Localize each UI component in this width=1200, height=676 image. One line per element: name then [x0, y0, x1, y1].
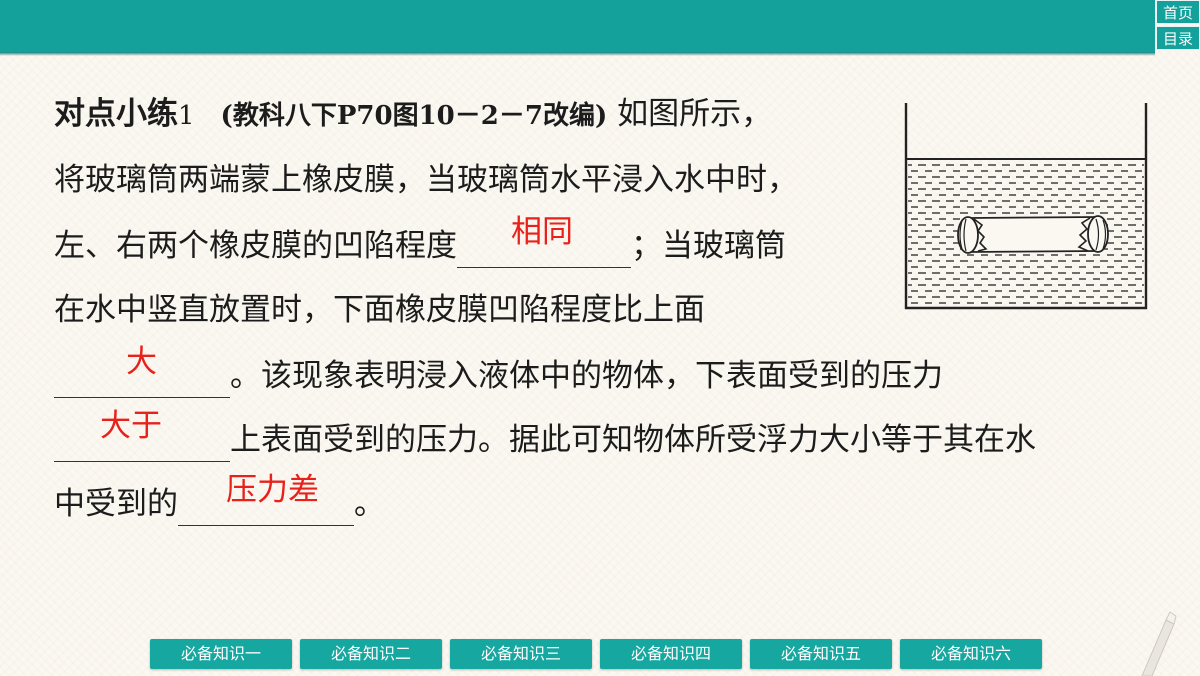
line-3-text-before: 左、右两个橡皮膜的凹陷程度 — [54, 228, 457, 264]
table-of-contents-button[interactable]: 目录 — [1156, 26, 1200, 50]
line-7-text-before: 中受到的 — [54, 486, 178, 522]
exercise-title: 对点小练 — [54, 96, 178, 132]
tab-knowledge-6[interactable]: 必备知识六 — [900, 639, 1042, 669]
blank-2[interactable]: 大 — [54, 344, 230, 398]
line-5-text: 。该现象表明浸入液体中的物体，下表面受到的压力 — [230, 358, 943, 394]
line-3-text-after: ；当玻璃筒 — [631, 228, 786, 264]
answer-1: 相同 — [511, 214, 573, 250]
exercise-line-2: 将玻璃筒两端蒙上橡皮膜，当玻璃筒水平浸入水中时， — [54, 158, 798, 202]
exercise-line-3: 左、右两个橡皮膜的凹陷程度 相同 ；当玻璃筒 — [54, 214, 786, 268]
exercise-line-5: 大 。该现象表明浸入液体中的物体，下表面受到的压力 — [54, 344, 943, 398]
exercise-line-7: 中受到的 压力差。 — [54, 472, 385, 526]
tab-knowledge-5[interactable]: 必备知识五 — [750, 639, 892, 669]
home-button[interactable]: 首页 — [1156, 0, 1200, 24]
glass-tube-icon — [957, 215, 1109, 254]
tab-knowledge-2[interactable]: 必备知识二 — [300, 639, 442, 669]
glass-tube-in-water-diagram — [904, 103, 1148, 310]
line-4-text: 在水中竖直放置时，下面橡皮膜凹陷程度比上面 — [54, 292, 705, 328]
answer-4: 压力差 — [226, 472, 319, 508]
blank-4[interactable]: 压力差 — [178, 472, 354, 526]
chalk-decoration-icon — [1141, 611, 1177, 676]
blank-1[interactable]: 相同 — [457, 214, 631, 268]
tab-knowledge-3[interactable]: 必备知识三 — [450, 639, 592, 669]
line-6-text: 上表面受到的压力。据此可知物体所受浮力大小等于其在水 — [230, 422, 1036, 458]
exercise-line-6: 大于 上表面受到的压力。据此可知物体所受浮力大小等于其在水 — [54, 408, 1036, 462]
answer-3: 大于 — [100, 408, 162, 444]
header-bar — [0, 0, 1155, 52]
tab-knowledge-4[interactable]: 必备知识四 — [600, 639, 742, 669]
exercise-line-4: 在水中竖直放置时，下面橡皮膜凹陷程度比上面 — [54, 288, 705, 332]
exercise-source: (教科八下P70图10－2－7改编) — [220, 101, 608, 131]
blank-3[interactable]: 大于 — [54, 408, 230, 462]
line-7-text-after: 。 — [354, 486, 385, 522]
tab-knowledge-1[interactable]: 必备知识一 — [150, 639, 292, 669]
exercise-number: 1 — [178, 101, 195, 131]
answer-2: 大 — [126, 344, 157, 380]
exercise-line1-text: 如图所示， — [607, 96, 773, 132]
exercise-line-1: 对点小练1 (教科八下P70图10－2－7改编) 如图所示， — [54, 92, 772, 136]
line-2-text: 将玻璃筒两端蒙上橡皮膜，当玻璃筒水平浸入水中时， — [54, 162, 798, 198]
header-shadow — [0, 52, 1155, 56]
